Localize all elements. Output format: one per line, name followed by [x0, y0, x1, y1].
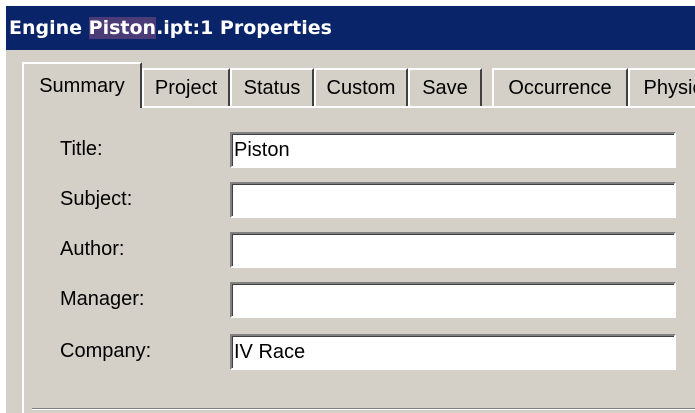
company-label: Company: — [60, 340, 152, 362]
tab-status[interactable]: Status — [230, 68, 314, 106]
tab-project[interactable]: Project — [142, 68, 230, 106]
title-label: Title: — [60, 138, 103, 160]
tab-custom[interactable]: Custom — [314, 68, 408, 106]
title-prefix: Engine — [9, 17, 89, 39]
company-field[interactable] — [230, 334, 676, 370]
tab-physical[interactable]: Physic — [628, 68, 695, 106]
subject-label: Subject: — [60, 188, 133, 210]
subject-field[interactable] — [230, 182, 676, 218]
tab-strip: Summary Project Status Custom Save Occur… — [22, 62, 695, 112]
title-field[interactable] — [230, 132, 676, 168]
tab-occurrence[interactable]: Occurrence — [492, 68, 628, 106]
manager-field[interactable] — [230, 282, 676, 318]
author-field[interactable] — [230, 232, 676, 268]
group-separator — [32, 408, 695, 410]
tab-summary[interactable]: Summary — [22, 62, 142, 108]
summary-panel: Title: Subject: Author: Manager: Company… — [22, 106, 695, 413]
manager-label: Manager: — [60, 288, 145, 310]
properties-dialog: Engine Piston.ipt:1 Properties Summary P… — [6, 6, 695, 413]
title-suffix: .ipt:1 Properties — [156, 17, 332, 39]
title-highlight: Piston — [88, 17, 157, 39]
title-bar[interactable]: Engine Piston.ipt:1 Properties — [6, 6, 695, 50]
tab-save[interactable]: Save — [408, 68, 482, 106]
author-label: Author: — [60, 238, 125, 260]
